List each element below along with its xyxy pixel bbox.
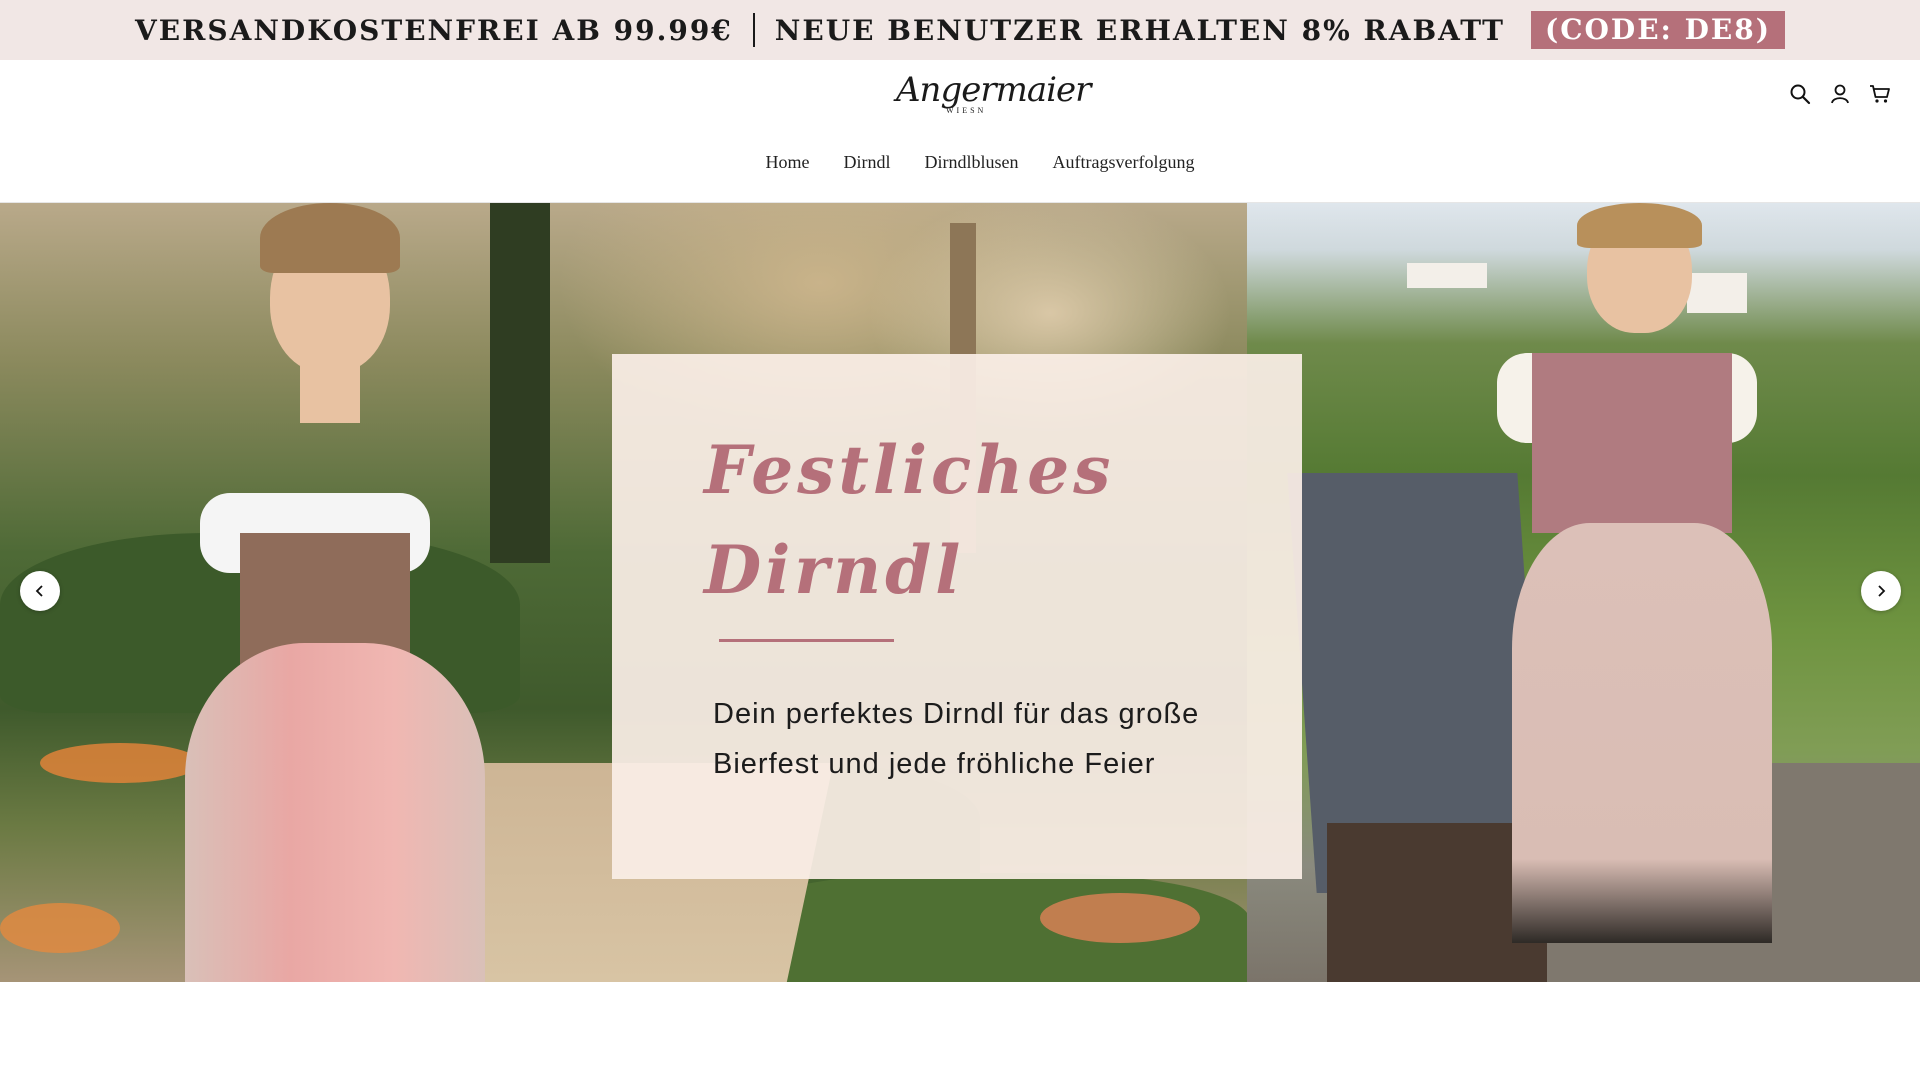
hero-subtitle: Dein perfektes Dirndl für das große Bier… [713,689,1273,789]
chevron-right-icon [1878,585,1886,597]
nav-item-dirndl[interactable]: Dirndl [844,152,891,173]
hero-divider [719,639,894,642]
hero-subtitle-line1: Dein perfektes Dirndl für das große [713,698,1200,730]
hero-promo-card: Festliches Dirndl Dein perfektes Dirndl … [612,354,1302,879]
header-icons [1788,82,1892,106]
hero-model-right [1477,203,1797,982]
nav-item-home[interactable]: Home [766,152,810,173]
search-icon[interactable] [1788,82,1812,106]
hero-photo-right [1247,203,1920,982]
hero-slider: Festliches Dirndl Dein perfektes Dirndl … [0,203,1920,982]
announcement-divider [752,13,755,47]
announcement-code-badge: (CODE: DE8) [1530,11,1785,49]
announcement-bar: VERSANDKOSTENFREI AB 99.99€ NEUE BENUTZE… [0,0,1920,60]
cart-icon[interactable] [1868,82,1892,106]
main-nav: Home Dirndl Dirndlblusen Auftragsverfolg… [0,152,1920,173]
logo[interactable]: Angermaier WIESN [896,70,1091,126]
hero-title: Festliches Dirndl [704,420,1264,620]
hero-model-left [170,203,530,982]
logo-text: Angermaier [896,70,1091,110]
site-header: Angermaier WIESN Home Dirndl Dirndlbluse… [0,60,1920,203]
hero-title-line2: Dirndl [704,531,965,609]
account-icon[interactable] [1828,82,1852,106]
nav-item-dirndlblusen[interactable]: Dirndlblusen [925,152,1019,173]
hero-subtitle-line2: Bierfest und jede fröhliche Feier [713,748,1156,780]
announcement-discount: NEUE BENUTZER ERHALTEN 8% RABATT [774,13,1505,47]
announcement-shipping: VERSANDKOSTENFREI AB 99.99€ [135,13,733,47]
chevron-left-icon [35,585,43,597]
slider-prev-button[interactable] [20,571,60,611]
hero-title-line1: Festliches [704,431,1115,509]
slider-next-button[interactable] [1861,571,1901,611]
nav-item-auftragsverfolgung[interactable]: Auftragsverfolgung [1053,152,1195,173]
